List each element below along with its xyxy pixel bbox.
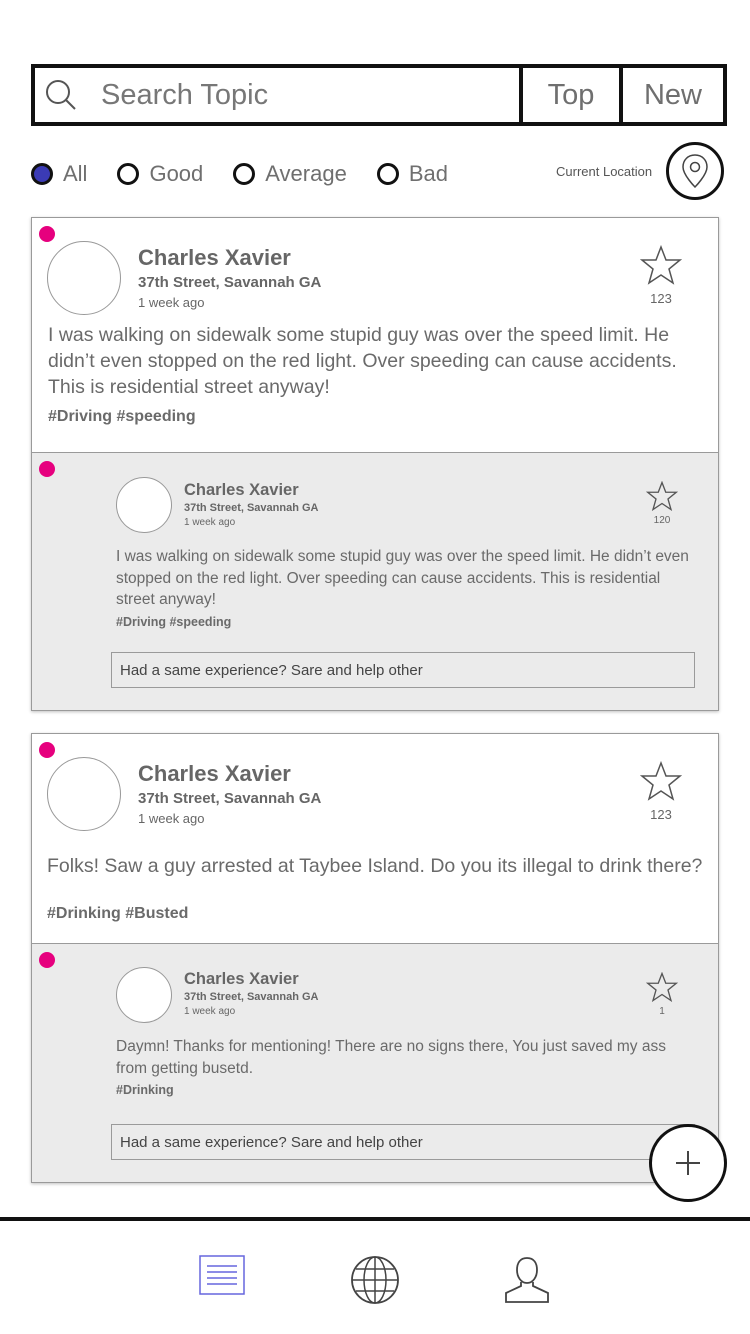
avatar[interactable] [116,967,172,1023]
post-tags[interactable]: #Driving #speeding [48,408,196,426]
share-experience-input[interactable] [111,652,695,688]
reply: Charles Xavier 37th Street, Savannah GA … [32,452,718,710]
star-icon [646,972,678,1002]
avatar[interactable] [47,241,121,315]
current-location-button[interactable] [666,142,724,200]
search-input[interactable] [101,78,501,112]
post-body: I was walking on sidewalk some stupid gu… [48,324,677,398]
post-time: 1 week ago [184,1006,236,1017]
star-button[interactable]: 123 [640,761,682,822]
search-field[interactable] [35,68,523,122]
star-icon [640,245,682,285]
filter-label: Average [265,161,347,186]
star-icon [646,481,678,511]
author-address: 37th Street, Savannah GA [184,991,319,1003]
add-post-button[interactable] [649,1124,727,1202]
author-address: 37th Street, Savannah GA [138,274,322,291]
status-dot-icon [39,742,55,758]
post-tags[interactable]: #Drinking #Busted [47,905,188,923]
filter-bad[interactable]: Bad [376,161,448,187]
author-address: 37th Street, Savannah GA [184,502,319,514]
reply-body: I was walking on sidewalk some stupid gu… [116,548,689,608]
author-address: 37th Street, Savannah GA [138,790,322,807]
post: Charles Xavier 37th Street, Savannah GA … [32,734,718,943]
author-name[interactable]: Charles Xavier [138,245,291,271]
nav-feed-tab[interactable] [199,1255,251,1307]
radio-unselected-icon [233,163,256,185]
reply-body: Daymn! Thanks for mentioning! There are … [116,1038,666,1077]
list-icon [199,1255,245,1295]
post: Charles Xavier 37th Street, Savannah GA … [32,218,718,452]
radio-unselected-icon [117,163,140,185]
star-icon [640,761,682,801]
post-card: Charles Xavier 37th Street, Savannah GA … [31,733,719,1183]
reply-tags[interactable]: #Drinking [116,1083,174,1097]
share-experience-input[interactable] [111,1124,695,1160]
reply-tags[interactable]: #Driving #speeding [116,615,231,629]
globe-icon [351,1256,399,1304]
nav-globe-tab[interactable] [350,1255,402,1307]
author-name[interactable]: Charles Xavier [184,970,299,989]
filter-good[interactable]: Good [117,161,203,187]
plus-icon [676,1151,700,1175]
nav-profile-tab[interactable] [503,1255,555,1307]
status-dot-icon [39,226,55,242]
bottom-nav [0,1217,750,1334]
reply: Charles Xavier 37th Street, Savannah GA … [32,943,718,1182]
top-button[interactable]: Top [523,68,623,122]
filter-label: All [63,161,88,186]
filter-label: Good [149,161,204,186]
filter-average[interactable]: Average [233,161,347,187]
search-icon [46,80,76,110]
author-name[interactable]: Charles Xavier [138,761,291,787]
filter-all[interactable]: All [31,161,87,187]
author-name[interactable]: Charles Xavier [184,481,299,500]
star-count: 1 [659,1006,665,1017]
star-button[interactable]: 120 [646,481,678,526]
radio-selected-icon [31,163,53,185]
avatar[interactable] [116,477,172,533]
star-count: 120 [653,515,671,526]
radio-unselected-icon [376,163,399,185]
star-count: 123 [650,807,672,822]
post-card: Charles Xavier 37th Street, Savannah GA … [31,217,719,711]
avatar[interactable] [47,757,121,831]
post-time: 1 week ago [184,517,236,528]
new-button[interactable]: New [623,68,723,122]
status-dot-icon [39,461,55,477]
post-body: Folks! Saw a guy arrested at Taybee Isla… [47,855,703,877]
profile-icon [505,1257,549,1303]
search-bar: Top New [31,64,727,126]
filter-radio-group: All Good Average Bad [31,160,478,188]
filter-label: Bad [408,161,448,186]
star-count: 123 [650,291,672,306]
post-time: 1 week ago [138,295,205,310]
star-button[interactable]: 123 [640,245,682,306]
status-dot-icon [39,952,55,968]
star-button[interactable]: 1 [646,972,678,1017]
post-time: 1 week ago [138,811,205,826]
current-location-label: Current Location [556,164,653,179]
location-pin-icon [682,154,708,188]
